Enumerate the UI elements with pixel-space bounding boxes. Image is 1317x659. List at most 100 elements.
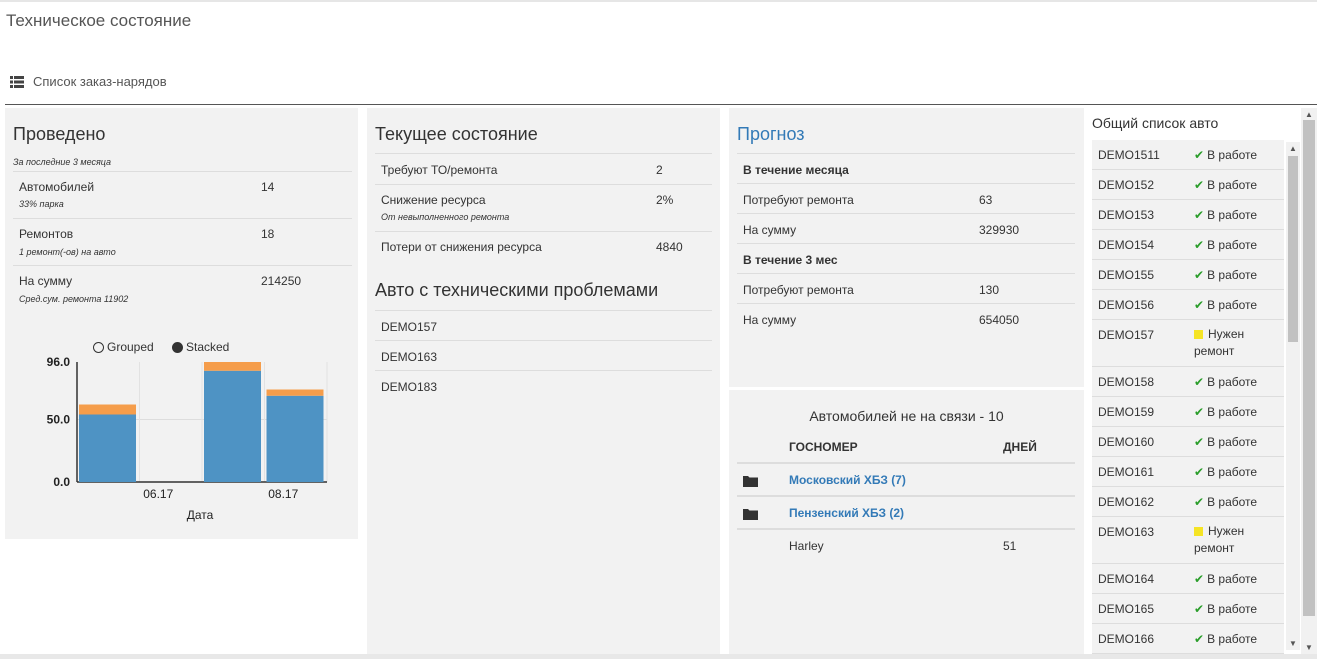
check-icon: ✔ [1194, 298, 1205, 312]
scroll-down-icon[interactable]: ▼ [1305, 643, 1313, 652]
forecast-row-label: Потребуют ремонта [743, 283, 854, 297]
note-icon [1194, 330, 1203, 339]
offline-item-row[interactable]: Harley 51 [737, 528, 1075, 561]
problem-item-label: DEMO157 [381, 320, 438, 334]
forecast-header: В течение 3 мес [737, 243, 1075, 273]
car-row[interactable]: DEMO155 ✔ В работе [1092, 260, 1284, 290]
car-name: DEMO153 [1098, 208, 1155, 222]
check-icon: ✔ [1194, 375, 1205, 389]
car-row[interactable]: DEMO166 ✔ В работе [1092, 624, 1284, 654]
done-title: Проведено [13, 124, 106, 144]
y-tick-label: 96.0 [47, 355, 71, 369]
car-name: DEMO1511 [1098, 148, 1160, 162]
current-row-label: Снижение ресурса [381, 193, 486, 207]
forecast-row: Потребуют ремонта 63 [737, 183, 1075, 213]
done-row-label: Ремонтов [19, 227, 74, 241]
forecast-row-label: На сумму [743, 313, 797, 327]
done-row-value: 18 [261, 227, 275, 241]
problem-item[interactable]: DEMO157 [375, 310, 712, 340]
scroll-down-icon[interactable]: ▼ [1289, 639, 1297, 648]
car-name: DEMO163 [1098, 525, 1155, 539]
car-row[interactable]: DEMO152 ✔ В работе [1092, 170, 1284, 200]
car-status: ✔ В работе [1194, 208, 1257, 222]
problem-item[interactable]: DEMO183 [375, 370, 712, 400]
car-status: Нужен ремонт [1194, 326, 1274, 360]
car-name: DEMO166 [1098, 632, 1155, 646]
forecast-panel: Прогноз В течение месяца Потребуют ремон… [729, 108, 1084, 387]
orders-list-button[interactable]: Список заказ-нарядов [10, 74, 167, 89]
car-name: DEMO152 [1098, 178, 1155, 192]
car-status-label: В работе [1207, 495, 1258, 509]
check-icon: ✔ [1194, 405, 1205, 419]
forecast-row-label: На сумму [743, 223, 797, 237]
car-row[interactable]: DEMO163 Нужен ремонт [1092, 517, 1284, 564]
offline-group-row[interactable]: Московский ХБЗ (7) [737, 462, 1075, 495]
car-row[interactable]: DEMO160 ✔ В работе [1092, 427, 1284, 457]
done-period: За последние 3 месяца [13, 157, 112, 167]
top-border [0, 0, 1317, 2]
car-status-label: В работе [1207, 632, 1258, 646]
car-row[interactable]: DEMO164 ✔ В работе [1092, 564, 1284, 594]
car-status-label: В работе [1207, 298, 1258, 312]
car-status-label: В работе [1207, 572, 1258, 586]
check-icon: ✔ [1194, 602, 1205, 616]
car-row[interactable]: DEMO161 ✔ В работе [1092, 457, 1284, 487]
cars-title: Общий список авто [1092, 115, 1219, 131]
bar [79, 414, 136, 482]
done-row-label: Автомобилей [19, 180, 95, 194]
car-status-label: В работе [1207, 178, 1258, 192]
car-row[interactable]: DEMO165 ✔ В работе [1092, 594, 1284, 624]
col-plate-header: ГОСНОМЕР [789, 440, 858, 454]
forecast-row-value: 63 [979, 193, 993, 207]
car-name: DEMO154 [1098, 238, 1155, 252]
current-row-value: 2 [656, 163, 663, 177]
radio-icon [93, 341, 104, 353]
forecast-title[interactable]: Прогноз [737, 124, 805, 145]
scroll-up-icon[interactable]: ▲ [1305, 110, 1313, 119]
car-row[interactable]: DEMO158 ✔ В работе [1092, 367, 1284, 397]
car-row[interactable]: DEMO154 ✔ В работе [1092, 230, 1284, 260]
done-row-sub: 1 ремонт(-ов) на авто [19, 247, 116, 257]
current-row-label: Потери от снижения ресурса [381, 240, 542, 254]
problem-item-label: DEMO163 [381, 350, 438, 364]
car-row[interactable]: DEMO156 ✔ В работе [1092, 290, 1284, 320]
offline-group-row[interactable]: Пензенский ХБЗ (2) [737, 495, 1075, 528]
car-row[interactable]: DEMO159 ✔ В работе [1092, 397, 1284, 427]
scroll-thumb[interactable] [1288, 156, 1298, 342]
car-status: ✔ В работе [1194, 298, 1257, 312]
forecast-row: На сумму 654050 [737, 303, 1075, 333]
col-days-header: ДНЕЙ [1003, 440, 1037, 454]
car-row[interactable]: DEMO1511 ✔ В работе [1092, 140, 1284, 170]
grouped-toggle[interactable]: Grouped [93, 340, 154, 354]
x-axis-title: Дата [187, 508, 214, 522]
current-row-value: 2% [656, 193, 674, 207]
offline-group-link[interactable]: Московский ХБЗ (7) [789, 473, 906, 487]
orders-list-label: Список заказ-нарядов [33, 74, 167, 89]
y-tick-label: 0.0 [53, 475, 70, 489]
offline-item-name: Harley [789, 539, 824, 553]
problem-item-label: DEMO183 [381, 380, 438, 394]
stacked-toggle[interactable]: Stacked [172, 340, 229, 354]
done-row-value: 14 [261, 180, 275, 194]
car-row[interactable]: DEMO162 ✔ В работе [1092, 487, 1284, 517]
car-row[interactable]: DEMO157 Нужен ремонт [1092, 320, 1284, 367]
done-row-value: 214250 [261, 274, 302, 288]
bar [266, 389, 324, 396]
car-list-scrollbar[interactable]: ▲ ▼ [1286, 142, 1300, 650]
check-icon: ✔ [1194, 238, 1205, 252]
page-scrollbar[interactable]: ▲ ▼ [1301, 108, 1317, 654]
offline-group-link[interactable]: Пензенский ХБЗ (2) [789, 506, 904, 520]
check-icon: ✔ [1194, 178, 1205, 192]
car-row[interactable]: DEMO153 ✔ В работе [1092, 200, 1284, 230]
check-icon: ✔ [1194, 435, 1205, 449]
bar [79, 404, 136, 415]
scroll-up-icon[interactable]: ▲ [1289, 144, 1297, 153]
scroll-thumb[interactable] [1303, 120, 1315, 616]
forecast-quarter-header: В течение 3 мес [743, 253, 838, 267]
car-name: DEMO160 [1098, 435, 1155, 449]
check-icon: ✔ [1194, 268, 1205, 282]
problem-item[interactable]: DEMO163 [375, 340, 712, 370]
grouped-label: Grouped [107, 340, 154, 354]
offline-item-days: 51 [1003, 539, 1017, 553]
current-row: Снижение ресурса От невыполненного ремон… [375, 184, 712, 231]
